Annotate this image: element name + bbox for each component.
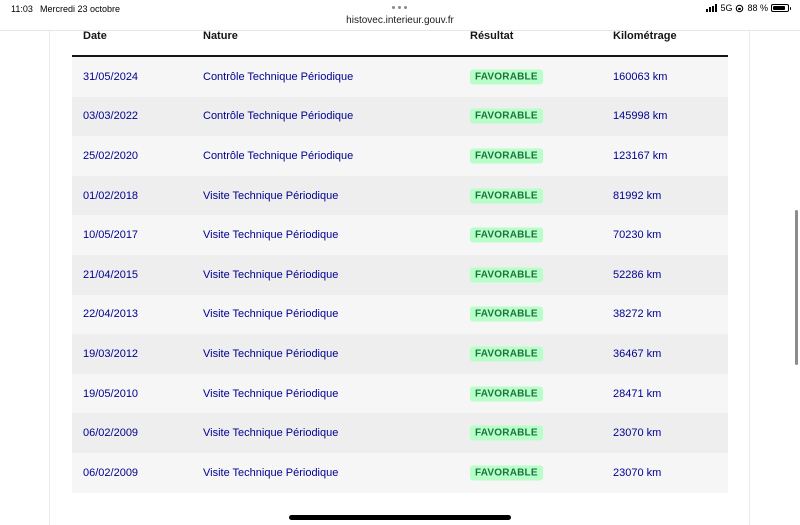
status-badge: FAVORABLE bbox=[470, 425, 543, 441]
home-indicator[interactable] bbox=[289, 515, 511, 520]
status-badge: FAVORABLE bbox=[470, 148, 543, 164]
status-time: 11:03 bbox=[11, 4, 33, 14]
status-badge: FAVORABLE bbox=[470, 267, 543, 283]
row-result: FAVORABLE bbox=[470, 346, 543, 362]
table-row: 31/05/2024 Contrôle Technique Périodique F… bbox=[72, 57, 728, 97]
row-nature: Visite Technique Périodique bbox=[203, 308, 339, 321]
row-result: FAVORABLE bbox=[470, 69, 543, 85]
row-nature: Visite Technique Périodique bbox=[203, 466, 339, 479]
row-mileage: 52286 km bbox=[613, 268, 662, 281]
row-date: 31/05/2024 bbox=[83, 70, 139, 83]
row-result: FAVORABLE bbox=[470, 306, 543, 322]
table-header: Date Nature Résultat Kilométrage bbox=[72, 27, 728, 57]
table-row: 03/03/2022 Contrôle Technique Périodique F… bbox=[72, 96, 728, 137]
status-badge: FAVORABLE bbox=[470, 386, 543, 402]
row-result: FAVORABLE bbox=[470, 188, 543, 204]
row-nature: Visite Technique Périodique bbox=[203, 268, 339, 281]
status-date: Mercredi 23 octobre bbox=[40, 4, 121, 14]
row-mileage: 145998 km bbox=[613, 110, 668, 123]
url-bar[interactable]: histovec.interieur.gouv.fr bbox=[0, 15, 800, 26]
screen: 11:03 Mercredi 23 octobre 5G 88 % histov… bbox=[0, 0, 800, 525]
row-result: FAVORABLE bbox=[470, 108, 543, 124]
header-mileage: Kilométrage bbox=[613, 30, 677, 42]
row-date: 03/03/2022 bbox=[83, 110, 139, 123]
row-mileage: 23070 km bbox=[613, 427, 662, 440]
row-date: 21/04/2015 bbox=[83, 268, 139, 281]
row-date: 19/05/2010 bbox=[83, 387, 139, 400]
row-nature: Visite Technique Périodique bbox=[203, 189, 339, 202]
row-nature: Visite Technique Périodique bbox=[203, 427, 339, 440]
status-badge: FAVORABLE bbox=[470, 108, 543, 124]
table-row: 10/05/2017 Visite Technique Périodique FAV… bbox=[72, 215, 728, 255]
row-result: FAVORABLE bbox=[470, 425, 543, 441]
table-row: 06/02/2009 Visite Technique Périodique FAV… bbox=[72, 413, 728, 453]
row-date: 06/02/2009 bbox=[83, 427, 139, 440]
inspection-history-table: Date Nature Résultat Kilométrage 31/05/2… bbox=[72, 27, 728, 493]
row-nature: Visite Technique Périodique bbox=[203, 387, 339, 400]
row-result: FAVORABLE bbox=[470, 465, 543, 481]
table-row: 19/05/2010 Visite Technique Périodique FAV… bbox=[72, 373, 728, 414]
table-row: 21/04/2015 Visite Technique Périodique FAV… bbox=[72, 254, 728, 295]
multitasking-dots-icon[interactable] bbox=[392, 6, 407, 9]
row-nature: Contrôle Technique Périodique bbox=[203, 70, 354, 83]
row-mileage: 23070 km bbox=[613, 466, 662, 479]
row-mileage: 70230 km bbox=[613, 229, 662, 242]
status-badge: FAVORABLE bbox=[470, 346, 543, 362]
header-nature: Nature bbox=[203, 30, 238, 42]
row-date: 22/04/2013 bbox=[83, 308, 139, 321]
row-nature: Visite Technique Périodique bbox=[203, 347, 339, 360]
page-guide-right bbox=[749, 31, 750, 525]
row-result: FAVORABLE bbox=[470, 386, 543, 402]
row-result: FAVORABLE bbox=[470, 148, 543, 164]
row-date: 19/03/2012 bbox=[83, 347, 139, 360]
row-nature: Visite Technique Périodique bbox=[203, 229, 339, 242]
row-date: 25/02/2020 bbox=[83, 149, 139, 162]
cellular-signal-icon bbox=[706, 4, 718, 12]
row-mileage: 160063 km bbox=[613, 70, 668, 83]
status-badge: FAVORABLE bbox=[470, 69, 543, 85]
row-mileage: 123167 km bbox=[613, 149, 668, 162]
table-row: 01/02/2018 Visite Technique Périodique FAV… bbox=[72, 175, 728, 216]
network-type: 5G bbox=[720, 3, 733, 13]
header-date: Date bbox=[83, 30, 107, 42]
battery-percent: 88 % bbox=[747, 3, 768, 13]
row-nature: Contrôle Technique Périodique bbox=[203, 110, 354, 123]
row-result: FAVORABLE bbox=[470, 227, 543, 243]
status-badge: FAVORABLE bbox=[470, 188, 543, 204]
table-row: 06/02/2009 Visite Technique Périodique FAV… bbox=[72, 452, 728, 493]
row-result: FAVORABLE bbox=[470, 267, 543, 283]
header-result: Résultat bbox=[470, 30, 514, 42]
row-mileage: 36467 km bbox=[613, 347, 662, 360]
scrollbar[interactable] bbox=[795, 210, 798, 365]
status-badge: FAVORABLE bbox=[470, 465, 543, 481]
row-date: 01/02/2018 bbox=[83, 189, 139, 202]
page-guide-left bbox=[49, 31, 50, 525]
orientation-lock-icon bbox=[736, 4, 744, 12]
status-bar: 11:03 Mercredi 23 octobre 5G 88 % bbox=[0, 0, 800, 16]
row-nature: Contrôle Technique Périodique bbox=[203, 149, 354, 162]
table-row: 22/04/2013 Visite Technique Périodique FAV… bbox=[72, 294, 728, 335]
row-date: 10/05/2017 bbox=[83, 229, 139, 242]
table-row: 19/03/2012 Visite Technique Périodique FAV… bbox=[72, 334, 728, 374]
row-date: 06/02/2009 bbox=[83, 466, 139, 479]
battery-icon bbox=[771, 4, 791, 12]
status-badge: FAVORABLE bbox=[470, 227, 543, 243]
status-indicators: 5G 88 % bbox=[706, 3, 791, 13]
table-row: 25/02/2020 Contrôle Technique Périodique F… bbox=[72, 136, 728, 176]
table-body: 31/05/2024 Contrôle Technique Périodique F… bbox=[72, 57, 728, 493]
row-mileage: 28471 km bbox=[613, 387, 662, 400]
row-mileage: 38272 km bbox=[613, 308, 662, 321]
status-badge: FAVORABLE bbox=[470, 306, 543, 322]
row-mileage: 81992 km bbox=[613, 189, 662, 202]
